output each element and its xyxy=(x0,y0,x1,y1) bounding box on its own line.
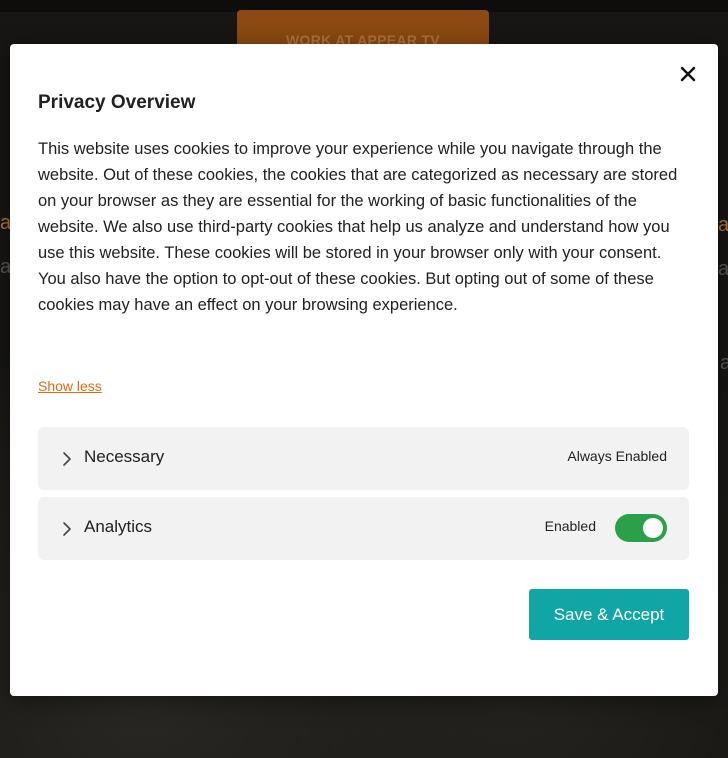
show-less-link[interactable]: Show less xyxy=(38,378,102,394)
modal-title: Privacy Overview xyxy=(38,92,196,113)
chevron-right-icon xyxy=(62,451,72,467)
save-and-accept-button[interactable]: Save & Accept xyxy=(529,589,689,640)
chevron-right-icon xyxy=(62,521,72,537)
category-status: Enabled xyxy=(544,518,596,534)
analytics-toggle[interactable] xyxy=(615,514,667,542)
background-text-fragment: a xyxy=(718,258,728,280)
background-text-fragment: a xyxy=(720,352,728,374)
category-label: Analytics xyxy=(84,517,153,536)
category-status: Always Enabled xyxy=(567,448,667,464)
close-button[interactable] xyxy=(678,64,698,84)
modal-description: This website uses cookies to improve you… xyxy=(38,140,678,314)
close-icon[interactable] xyxy=(678,64,698,84)
background-text-fragment: a xyxy=(718,214,728,236)
category-row-analytics[interactable]: Analytics Enabled xyxy=(38,497,689,560)
privacy-overview-modal: Privacy Overview This website uses cooki… xyxy=(10,44,718,696)
category-row-necessary[interactable]: Necessary Always Enabled xyxy=(38,427,689,490)
toggle-knob xyxy=(643,518,663,538)
category-label: Necessary xyxy=(84,447,165,466)
